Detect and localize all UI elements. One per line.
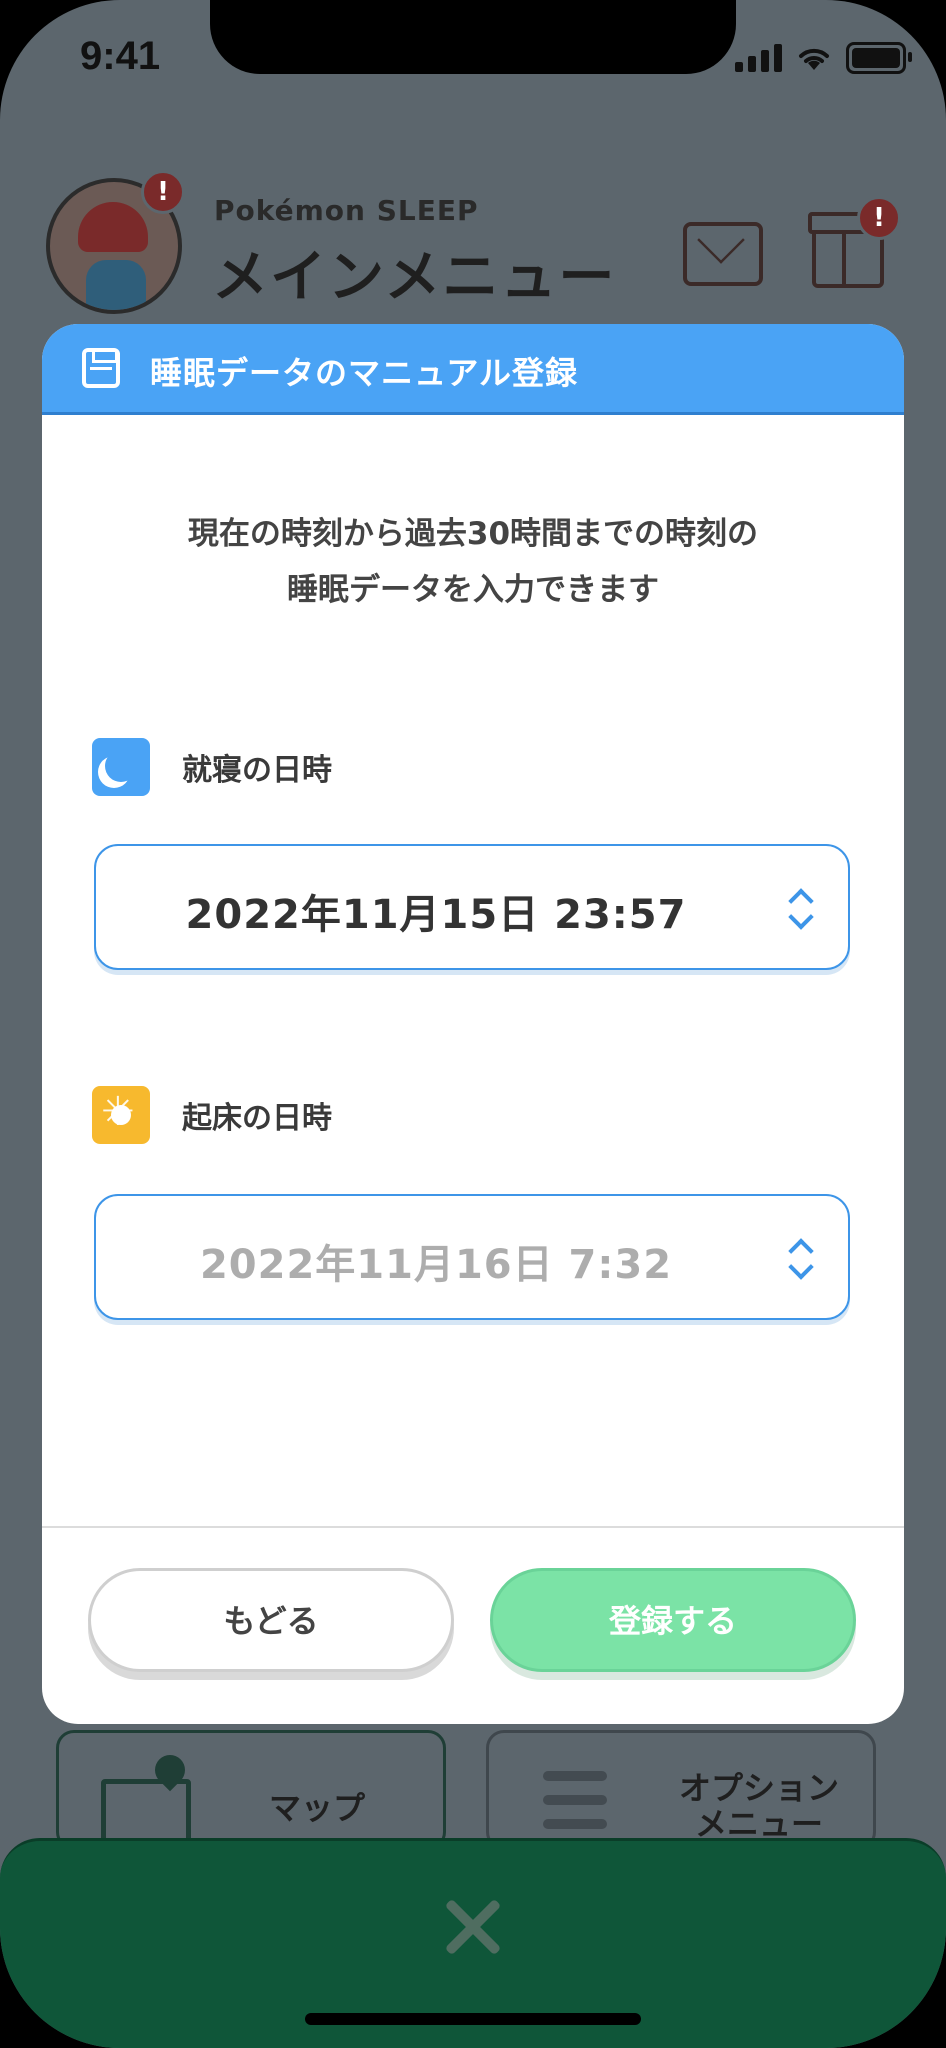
sun-icon — [92, 1086, 150, 1144]
register-button[interactable]: 登録する — [490, 1568, 856, 1672]
options-menu-button[interactable]: オプション メニュー — [486, 1730, 876, 1850]
avatar-alert-badge: ! — [141, 170, 185, 214]
close-icon[interactable] — [438, 1892, 508, 1962]
bedtime-value: 2022年11月15日 23:57 — [185, 892, 687, 938]
gift-alert-badge: ! — [857, 196, 901, 240]
wake-picker[interactable]: 2022年11月16日 7:32 — [94, 1194, 850, 1320]
phone-screen: 9:41 ! Pokémon SLEEP メインメニュー ! マップ オプション… — [0, 0, 946, 2048]
updown-chevron-icon — [786, 888, 812, 928]
home-indicator[interactable] — [305, 2013, 641, 2025]
back-button[interactable]: もどる — [88, 1568, 454, 1672]
system-icons — [735, 42, 912, 74]
dialog-description: 現在の時刻から過去30時間までの時刻の 睡眠データを入力できます — [42, 506, 904, 618]
wake-label: 起床の日時 — [182, 1101, 332, 1136]
menu-icon — [543, 1771, 607, 1843]
wake-label-row: 起床の日時 — [92, 1086, 332, 1144]
moon-icon — [92, 738, 150, 796]
wake-value: 2022年11月16日 7:32 — [199, 1242, 673, 1288]
map-button[interactable]: マップ — [56, 1730, 446, 1850]
page-title: メインメニュー — [212, 245, 617, 310]
status-time: 9:41 — [80, 34, 161, 78]
description-line-2: 睡眠データを入力できます — [287, 572, 659, 608]
brand-name: Pokémon SLEEP — [214, 194, 479, 227]
battery-icon — [846, 42, 912, 74]
manual-sleep-entry-dialog: 睡眠データのマニュアル登録 現在の時刻から過去30時間までの時刻の 睡眠データを… — [42, 324, 904, 1724]
map-button-label: マップ — [269, 1789, 366, 1827]
status-bar: 9:41 — [0, 0, 946, 120]
description-line-1: 現在の時刻から過去30時間までの時刻の — [187, 516, 759, 552]
notch — [210, 0, 736, 74]
dialog-title: 睡眠データのマニュアル登録 — [150, 354, 579, 392]
divider — [42, 1526, 904, 1528]
mail-icon[interactable] — [683, 222, 763, 286]
dialog-header: 睡眠データのマニュアル登録 — [42, 324, 904, 415]
bedtime-label-row: 就寝の日時 — [92, 738, 332, 796]
save-icon — [82, 348, 120, 388]
bedtime-picker[interactable]: 2022年11月15日 23:57 — [94, 844, 850, 970]
bedtime-label: 就寝の日時 — [182, 753, 332, 788]
signal-icon — [735, 44, 782, 72]
wifi-icon — [799, 48, 829, 70]
updown-chevron-icon — [786, 1238, 812, 1278]
